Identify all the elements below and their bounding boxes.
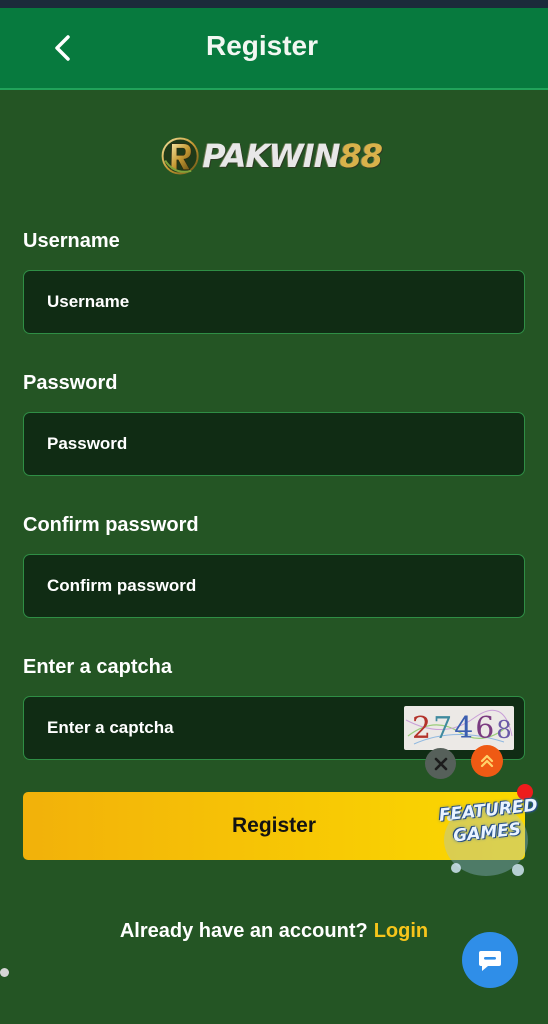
password-label: Password bbox=[23, 372, 118, 394]
logo-emblem-icon bbox=[161, 137, 199, 175]
username-input[interactable] bbox=[47, 292, 524, 312]
login-prompt: Already have an account? Login bbox=[0, 920, 548, 943]
username-field-box bbox=[23, 270, 525, 334]
edge-indicator bbox=[0, 968, 9, 977]
chat-bubble-icon bbox=[479, 951, 501, 971]
captcha-digit: 6 bbox=[475, 711, 496, 746]
captcha-digit: 2 bbox=[412, 711, 433, 746]
captcha-digit: 8 bbox=[496, 716, 513, 744]
captcha-input[interactable] bbox=[47, 718, 404, 738]
login-link[interactable]: Login bbox=[374, 920, 428, 942]
scroll-top-button[interactable] bbox=[471, 745, 503, 777]
password-input[interactable] bbox=[47, 434, 524, 454]
header-bar: Register bbox=[0, 8, 548, 90]
logo-text-accent: 88 bbox=[339, 137, 383, 175]
brand-logo: PAKWIN88 bbox=[160, 122, 383, 190]
confirm-password-input[interactable] bbox=[47, 576, 524, 596]
confirm-password-field-box bbox=[23, 554, 525, 618]
captcha-digit: 7 bbox=[433, 711, 454, 746]
account-question: Already have an account? bbox=[119, 920, 368, 942]
close-float-button[interactable] bbox=[425, 748, 456, 779]
captcha-label: Enter a captcha bbox=[23, 656, 172, 678]
double-chevron-up-icon bbox=[480, 754, 494, 768]
logo-wordmark: PAKWIN88 bbox=[202, 137, 383, 175]
status-bar bbox=[0, 0, 548, 8]
chat-button[interactable] bbox=[462, 932, 518, 988]
confirm-password-label: Confirm password bbox=[23, 514, 199, 536]
page-title: Register bbox=[205, 30, 319, 61]
username-label: Username bbox=[23, 230, 120, 252]
logo-text-main: PAKWIN bbox=[202, 137, 340, 175]
close-icon bbox=[434, 757, 447, 770]
password-field-box bbox=[23, 412, 525, 476]
captcha-image[interactable]: 27468 bbox=[404, 706, 514, 750]
captcha-digit: 4 bbox=[454, 711, 475, 746]
svg-text:27468: 27468 bbox=[412, 711, 514, 746]
